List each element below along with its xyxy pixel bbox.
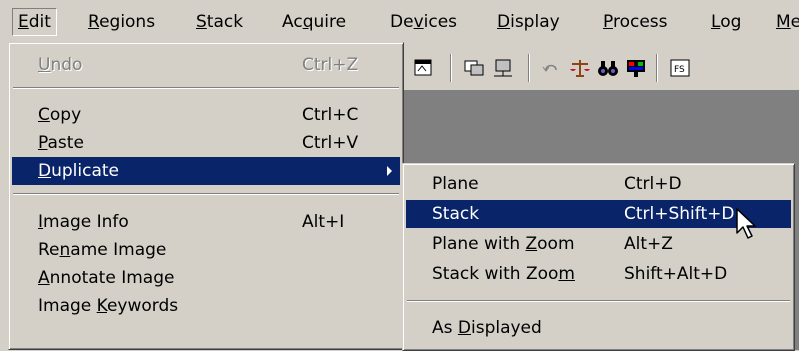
submenu-item-as-displayed[interactable]: As Displayed xyxy=(406,314,791,342)
submenu-item-label: Plane xyxy=(432,174,479,194)
menu-item-copy[interactable]: Copy Ctrl+C xyxy=(12,101,400,129)
toolbar-separator xyxy=(450,54,452,82)
menu-regions-label: Regions xyxy=(88,12,156,32)
duplicate-submenu: Plane Ctrl+D Stack Ctrl+Shift+D Plane wi… xyxy=(402,163,795,351)
menu-item-image-keywords[interactable]: Image Keywords xyxy=(12,292,400,320)
submenu-item-shortcut: Ctrl+Shift+D xyxy=(624,204,735,224)
menu-item-shortcut: Ctrl+C xyxy=(302,105,359,125)
edit-menu: Undo Ctrl+Z Copy Ctrl+C Paste Ctrl+V Dup… xyxy=(8,42,404,350)
submenu-item-label: Stack xyxy=(432,204,480,224)
menu-log-label: Log xyxy=(711,12,742,32)
menu-item-label: Image Keywords xyxy=(38,296,179,316)
menu-item-label: Paste xyxy=(38,133,84,153)
menu-item-duplicate[interactable]: Duplicate xyxy=(12,157,400,185)
menu-item-undo[interactable]: Undo Ctrl+Z xyxy=(12,51,400,79)
binoculars-icon[interactable] xyxy=(596,56,620,80)
menu-item-label: Rename Image xyxy=(38,240,167,260)
svg-text:FS: FS xyxy=(674,65,685,75)
menu-regions[interactable]: Regions xyxy=(88,9,155,35)
image-window-icon[interactable] xyxy=(412,56,436,80)
toolbar-separator xyxy=(528,54,530,82)
menu-item-label: Annotate Image xyxy=(38,268,175,288)
menu-separator xyxy=(13,193,399,195)
menu-item-shortcut: Ctrl+Z xyxy=(302,55,359,75)
menu-item-annotate-image[interactable]: Annotate Image xyxy=(12,264,400,292)
menu-item-rename-image[interactable]: Rename Image xyxy=(12,236,400,264)
menu-item-label: Duplicate xyxy=(38,161,119,181)
submenu-item-shortcut: Shift+Alt+D xyxy=(624,264,728,284)
submenu-item-stack-with-zoom[interactable]: Stack with Zoom Shift+Alt+D xyxy=(406,260,791,288)
submenu-item-label: As Displayed xyxy=(432,318,542,338)
menu-item-paste[interactable]: Paste Ctrl+V xyxy=(12,129,400,157)
menu-separator xyxy=(407,300,790,302)
menu-bar: Edit Regions Stack Acquire Devices Displ… xyxy=(0,0,799,42)
submenu-arrow-icon xyxy=(387,166,392,176)
scale-icon[interactable] xyxy=(568,56,592,80)
menu-separator xyxy=(13,87,399,89)
menu-edit-label: Edit xyxy=(18,12,51,32)
toolbar-separator xyxy=(656,54,658,82)
submenu-item-stack[interactable]: Stack Ctrl+Shift+D xyxy=(406,200,791,228)
menu-display-label: Display xyxy=(497,12,560,32)
menu-more-label: Me xyxy=(776,12,799,32)
menu-stack-label: Stack xyxy=(196,12,244,32)
menu-item-label: Copy xyxy=(38,105,82,125)
fs-icon[interactable]: FS xyxy=(668,56,692,80)
menu-acquire-label: Acquire xyxy=(282,12,347,32)
menu-process[interactable]: Process xyxy=(603,9,668,35)
menu-log[interactable]: Log xyxy=(711,9,741,35)
undo-icon[interactable] xyxy=(540,56,564,80)
region-icon[interactable] xyxy=(462,56,486,80)
submenu-item-plane-with-zoom[interactable]: Plane with Zoom Alt+Z xyxy=(406,230,791,258)
menu-devices-label: Devices xyxy=(390,12,458,32)
toolbar: FS xyxy=(400,48,799,88)
menu-process-label: Process xyxy=(603,12,668,32)
region-tool-icon[interactable] xyxy=(492,56,516,80)
submenu-item-shortcut: Alt+Z xyxy=(624,234,673,254)
menu-item-shortcut: Alt+I xyxy=(302,212,345,232)
menu-item-image-info[interactable]: Image Info Alt+I xyxy=(12,208,400,236)
menu-more[interactable]: Me xyxy=(776,9,799,35)
mouse-cursor-icon xyxy=(735,207,761,243)
menu-display[interactable]: Display xyxy=(497,9,560,35)
submenu-item-plane[interactable]: Plane Ctrl+D xyxy=(406,170,791,198)
palette-icon[interactable] xyxy=(624,56,648,80)
submenu-item-shortcut: Ctrl+D xyxy=(624,174,682,194)
submenu-item-label: Stack with Zoom xyxy=(432,264,575,284)
menu-item-shortcut: Ctrl+V xyxy=(302,133,359,153)
submenu-item-label: Plane with Zoom xyxy=(432,234,575,254)
menu-devices[interactable]: Devices xyxy=(390,9,457,35)
menu-item-label: Image Info xyxy=(38,212,129,232)
menu-edit[interactable]: Edit xyxy=(12,8,57,36)
menu-stack[interactable]: Stack xyxy=(196,9,243,35)
menu-acquire[interactable]: Acquire xyxy=(282,9,346,35)
menu-item-label: Undo xyxy=(38,55,83,75)
